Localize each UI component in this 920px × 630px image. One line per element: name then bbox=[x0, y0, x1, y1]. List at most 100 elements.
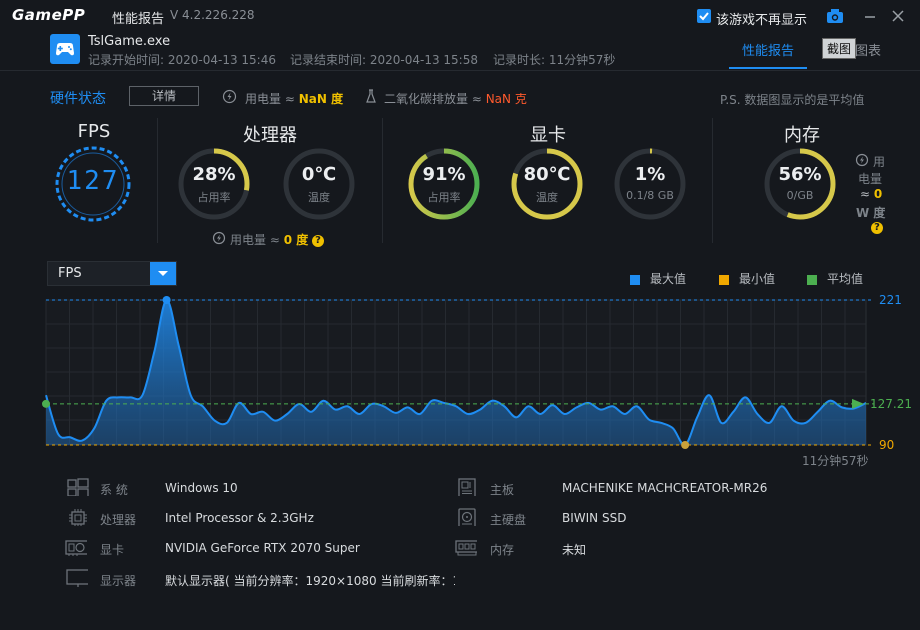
legend-avg-label: 平均值 bbox=[827, 272, 864, 286]
legend-min-label: 最小值 bbox=[739, 272, 776, 286]
avg-value-label: 127.21 bbox=[870, 397, 912, 411]
hide-game-checkbox[interactable] bbox=[697, 9, 711, 23]
co2-label: 二氧化碳排放量 ≈ bbox=[384, 92, 482, 106]
gpu-usage-gauge: 91% 占用率 bbox=[406, 146, 482, 222]
memory-usage-gauge: 56% 0/GB bbox=[762, 146, 838, 222]
motherboard-icon bbox=[458, 478, 476, 496]
windows-icon bbox=[67, 478, 89, 496]
gpu-vram-value: 1% bbox=[634, 164, 666, 185]
cpu-temp-gauge: 0℃ 温度 bbox=[281, 146, 357, 222]
gpu-usage-label: 占用率 bbox=[427, 191, 461, 204]
section-divider bbox=[382, 118, 383, 243]
gpu-temp-gauge: 80℃ 温度 bbox=[509, 146, 585, 222]
tab-underline bbox=[729, 67, 807, 69]
gpu-label: 显卡 bbox=[100, 543, 125, 557]
help-icon[interactable]: ? bbox=[312, 234, 325, 247]
cpu-temp-value: 0℃ bbox=[301, 164, 337, 185]
monitor-icon bbox=[66, 569, 88, 587]
app-version: V 4.2.226.228 bbox=[170, 8, 255, 22]
record-duration: 记录时长: 11分钟57秒 bbox=[493, 53, 616, 67]
power-usage: 用电量 ≈ NaN 度 bbox=[245, 90, 343, 107]
memory-power-unit: W 度 bbox=[856, 206, 886, 220]
minimize-icon[interactable] bbox=[860, 6, 880, 26]
memory-power-approx: ≈ 0 bbox=[860, 187, 882, 201]
metric-select[interactable]: FPS bbox=[47, 261, 177, 286]
game-name: TslGame.exe bbox=[88, 34, 171, 49]
camera-icon[interactable] bbox=[826, 8, 844, 24]
memory-power-label-2: 电量 bbox=[858, 172, 883, 186]
gpu-vram-label: 0.1/8 GB bbox=[626, 189, 674, 202]
average-start-point bbox=[42, 399, 50, 408]
fps-chart bbox=[42, 296, 874, 449]
power-usage-label: 用电量 ≈ bbox=[245, 92, 295, 106]
tab-chart[interactable]: 图表 bbox=[855, 40, 881, 59]
power-icon bbox=[222, 89, 237, 104]
min-point bbox=[681, 441, 690, 449]
section-divider bbox=[157, 118, 158, 243]
co2-emission: 二氧化碳排放量 ≈ NaN 克 bbox=[384, 90, 527, 107]
cpu-power: 用电量 ≈ 0 度 ? bbox=[230, 231, 325, 248]
cpu-usage-gauge: 28% 占用率 bbox=[176, 146, 252, 222]
hide-game-label[interactable]: 该游戏不再显示 bbox=[716, 9, 807, 28]
max-point bbox=[162, 296, 171, 304]
record-start: 记录开始时间: 2020-04-13 15:46 bbox=[88, 53, 276, 67]
metric-select-value: FPS bbox=[58, 266, 82, 281]
title-bar: GamePP 性能报告 V 4.2.226.228 该游戏不再显示 bbox=[0, 0, 920, 32]
cpu-temp-label: 温度 bbox=[308, 191, 330, 204]
os-label: 系 统 bbox=[100, 483, 128, 497]
gpu-card-icon bbox=[65, 540, 87, 556]
legend-min-swatch bbox=[719, 274, 729, 285]
memory-power-label-1: 用 bbox=[873, 155, 886, 169]
screenshot-tooltip: 截图 bbox=[822, 38, 857, 59]
details-button[interactable]: 详情 bbox=[129, 86, 199, 106]
duration-axis-label: 11分钟57秒 bbox=[802, 454, 869, 468]
app-logo: GamePP bbox=[12, 6, 86, 24]
legend-avg: 平均值 bbox=[807, 270, 863, 287]
power-icon bbox=[855, 153, 869, 167]
cpu-usage-value: 28% bbox=[192, 164, 236, 185]
legend-max: 最大值 bbox=[630, 270, 686, 287]
gpu-title: 显卡 bbox=[530, 125, 566, 146]
ram-value: 未知 bbox=[562, 543, 587, 557]
display-label: 显示器 bbox=[100, 574, 137, 588]
cpu-usage-label: 占用率 bbox=[197, 191, 231, 204]
record-end: 记录结束时间: 2020-04-13 15:58 bbox=[290, 53, 478, 67]
average-note: P.S. 数据图显示的是平均值 bbox=[720, 93, 865, 107]
disk-label: 主硬盘 bbox=[490, 513, 527, 527]
gpu-temp-value: 80℃ bbox=[523, 164, 571, 185]
header-divider bbox=[0, 70, 920, 71]
co2-icon bbox=[366, 89, 376, 103]
tab-performance-report[interactable]: 性能报告 bbox=[729, 40, 807, 59]
legend-max-swatch bbox=[630, 274, 640, 285]
gpu-temp-label: 温度 bbox=[536, 191, 558, 204]
max-value-label: 221 bbox=[879, 293, 902, 307]
power-usage-value: NaN 度 bbox=[298, 92, 344, 106]
gpu-vram-gauge: 1% 0.1/8 GB bbox=[612, 146, 688, 222]
os-value: Windows 10 bbox=[165, 481, 238, 495]
cpu-title: 处理器 bbox=[243, 125, 297, 146]
close-icon[interactable] bbox=[888, 6, 908, 26]
hardware-status-title: 硬件状态 bbox=[50, 91, 106, 107]
display-value: 默认显示器( 当前分辨率：1920×1080 当前刷新率：1 bbox=[165, 574, 455, 588]
game-icon bbox=[50, 34, 80, 64]
help-icon[interactable]: ? bbox=[871, 222, 883, 234]
cpu-chip-icon bbox=[69, 509, 87, 526]
cpu-power-label: 用电量 ≈ bbox=[230, 233, 280, 247]
memory-usage-label: 0/GB bbox=[786, 189, 814, 202]
fps-value: 127 bbox=[66, 166, 120, 196]
window-title: 性能报告 bbox=[112, 12, 165, 27]
memory-title: 内存 bbox=[784, 125, 820, 146]
check-icon bbox=[699, 12, 709, 21]
chevron-down-icon bbox=[158, 271, 168, 276]
memory-usage-value: 56% bbox=[778, 164, 822, 185]
cpu-power-value: 0 度 bbox=[283, 233, 309, 247]
fps-title: FPS bbox=[77, 121, 111, 142]
gpu-usage-value: 91% bbox=[422, 164, 466, 185]
legend-min: 最小值 bbox=[719, 270, 775, 287]
legend-max-label: 最大值 bbox=[650, 272, 687, 286]
disk-value: BIWIN SSD bbox=[562, 511, 627, 525]
legend-avg-swatch bbox=[807, 274, 817, 285]
approx-sign: ≈ bbox=[860, 187, 871, 201]
dropdown-button[interactable] bbox=[150, 262, 176, 285]
memory-power-value: 0 bbox=[873, 187, 883, 201]
